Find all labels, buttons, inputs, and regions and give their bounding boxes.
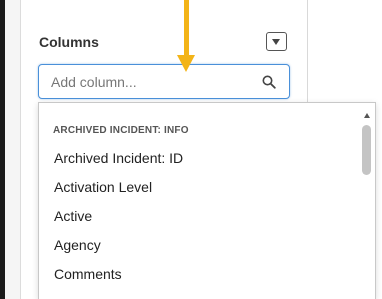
add-column-search[interactable] — [38, 64, 290, 99]
column-option[interactable]: Archived Incident: ID — [54, 150, 183, 166]
scroll-up-arrow-icon[interactable] — [364, 113, 370, 118]
column-options-dropdown: ARCHIVED INCIDENT: INFO Archived Inciden… — [38, 102, 376, 299]
search-icon[interactable] — [262, 75, 276, 89]
column-option[interactable]: Active — [54, 208, 92, 224]
add-column-input[interactable] — [51, 73, 251, 91]
annotation-arrow-shaft — [184, 0, 189, 58]
column-option[interactable]: Agency — [54, 237, 101, 253]
column-option[interactable]: Activation Level — [54, 179, 152, 195]
column-option[interactable]: Comments — [54, 266, 122, 282]
group-header: ARCHIVED INCIDENT: INFO — [53, 125, 189, 136]
scrollbar-thumb[interactable] — [362, 125, 371, 175]
annotation-arrow-icon — [177, 55, 195, 72]
collapse-button[interactable] — [266, 32, 287, 51]
panel-title: Columns — [39, 34, 99, 50]
chevron-down-icon — [272, 39, 280, 45]
